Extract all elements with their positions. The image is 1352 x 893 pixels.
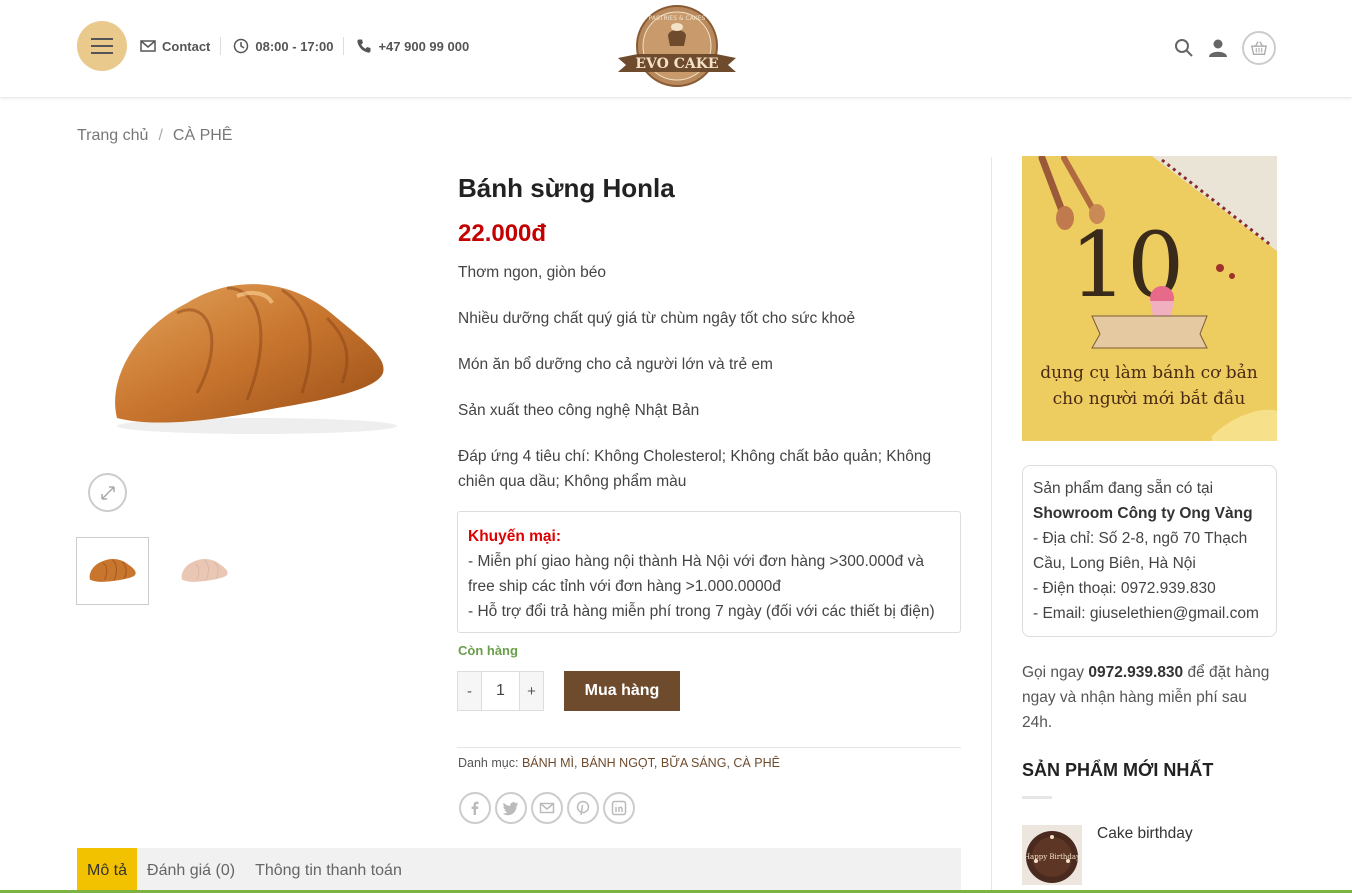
categories-label: Danh mục: (458, 756, 519, 770)
quantity-stepper: - + (457, 671, 544, 711)
hamburger-icon (91, 38, 113, 54)
promotion-title: Khuyến mại: (468, 528, 562, 545)
promotion-box: Khuyến mại: - Miễn phí giao hàng nội thà… (457, 511, 961, 633)
product-categories: Danh mục: BÁNH MÌ, BÁNH NGỌT, BỮA SÁNG, … (458, 756, 780, 770)
search-icon[interactable] (1174, 38, 1194, 58)
breadcrumb-home[interactable]: Trang chủ (77, 127, 148, 145)
tab-description[interactable]: Mô tả (77, 848, 138, 893)
share-twitter-button[interactable] (495, 792, 527, 824)
showroom-email: - Email: giuselethien@gmail.com (1033, 605, 1259, 622)
cart-button[interactable] (1242, 31, 1276, 65)
header-actions (1174, 31, 1276, 65)
logo-text: EVO CAKE (635, 56, 718, 72)
newest-product-image[interactable]: Happy Birthday (1022, 825, 1082, 885)
phone-icon (357, 39, 371, 53)
site-header: Contact 08:00 - 17:00 +47 900 99 000 EVO… (0, 0, 1352, 97)
description-line: Món ăn bổ dưỡng cho cả người lớn và trẻ … (458, 356, 773, 373)
tab-reviews[interactable]: Đánh giá (0) (137, 848, 245, 893)
pinterest-icon (576, 800, 590, 816)
envelope-icon (539, 802, 555, 814)
hours-text: 08:00 - 17:00 (255, 38, 334, 54)
linkedin-icon (611, 800, 627, 816)
showroom-name: Showroom Công ty Ong Vàng (1033, 505, 1253, 522)
category-link[interactable]: BỮA SÁNG (661, 756, 727, 770)
share-facebook-button[interactable] (459, 792, 491, 824)
banner-line1: dụng cụ làm bánh cơ bản (1040, 363, 1258, 383)
product-thumbnail-1[interactable] (76, 537, 149, 605)
newest-product-name[interactable]: Cake birthday (1097, 825, 1193, 843)
menu-button[interactable] (77, 21, 127, 71)
call-prefix: Gọi ngay (1022, 664, 1085, 681)
call-number: 0972.939.830 (1088, 664, 1184, 681)
header-contact-bar: Contact 08:00 - 17:00 +47 900 99 000 (140, 37, 491, 55)
product-description: Thơm ngon, giòn béo Nhiều dưỡng chất quý… (458, 260, 961, 494)
quantity-minus-button[interactable]: - (458, 672, 481, 710)
showroom-info-box: Sản phẩm đang sẵn có tại Showroom Công t… (1022, 465, 1277, 637)
phone-link[interactable]: +47 900 99 000 (356, 37, 479, 55)
buy-button[interactable]: Mua hàng (564, 671, 680, 711)
contact-label: Contact (162, 38, 211, 54)
category-link[interactable]: CÀ PHÊ (733, 756, 780, 770)
evo-cake-logo[interactable]: EVO CAKE PASTRIES & CAKES (616, 2, 738, 90)
envelope-icon (140, 40, 156, 52)
product-main-image[interactable] (77, 178, 422, 448)
product-info: Bánh sừng Honla 22.000đ Thơm ngon, giòn … (458, 170, 961, 494)
cake-caption: Happy Birthday (1024, 853, 1080, 861)
breadcrumb: Trang chủ / CÀ PHÊ (77, 127, 232, 145)
breadcrumb-current[interactable]: CÀ PHÊ (173, 127, 233, 145)
twitter-icon (503, 802, 518, 816)
share-linkedin-button[interactable] (603, 792, 635, 824)
description-line: Nhiều dưỡng chất quý giá từ chùm ngây tố… (458, 310, 856, 327)
banner-line2: cho người mới bắt đầu (1053, 389, 1246, 409)
sidebar-divider (991, 157, 992, 893)
product-title: Bánh sừng Honla (458, 173, 675, 203)
opening-hours: 08:00 - 17:00 (233, 37, 345, 55)
share-pinterest-button[interactable] (567, 792, 599, 824)
user-icon[interactable] (1208, 38, 1228, 58)
share-buttons (459, 792, 635, 824)
promotion-line: - Hỗ trợ đổi trả hàng miễn phí trong 7 n… (468, 603, 935, 620)
croissant-thumbnail-image (89, 558, 136, 582)
clock-icon (234, 38, 249, 54)
product-tabs: Mô tả Đánh giá (0) Thông tin thanh toán (77, 848, 961, 893)
tab-payment-info[interactable]: Thông tin thanh toán (245, 848, 412, 893)
sidebar-banner[interactable]: 10 dụng cụ làm bánh cơ bản cho người mới… (1022, 156, 1277, 441)
quantity-input[interactable] (481, 672, 520, 710)
croissant-thumbnail-image (181, 558, 228, 582)
expand-icon (100, 485, 115, 500)
product-thumbnail-2[interactable] (168, 537, 241, 605)
logo-arc-text: PASTRIES & CAKES (649, 15, 706, 22)
promotion-line: - Miễn phí giao hàng nội thành Hà Nội vớ… (468, 553, 924, 595)
description-line: Thơm ngon, giòn béo (458, 264, 607, 281)
newest-products-heading: SẢN PHẨM MỚI NHẤT (1022, 760, 1214, 780)
facebook-icon (471, 801, 479, 815)
divider (457, 747, 961, 748)
category-link[interactable]: BÁNH MÌ (522, 756, 574, 770)
showroom-address: - Địa chỉ: Số 2-8, ngõ 70 Thạch Cầu, Lon… (1033, 530, 1248, 572)
call-now-text: Gọi ngay 0972.939.830 để đặt hàng ngay v… (1022, 660, 1277, 735)
basket-icon (1250, 41, 1268, 55)
breadcrumb-separator: / (158, 127, 163, 144)
phone-text: +47 900 99 000 (378, 38, 470, 54)
description-line: Đáp ứng 4 tiêu chí: Không Cholesterol; K… (458, 448, 932, 490)
zoom-button[interactable] (88, 473, 127, 512)
heading-underline (1022, 796, 1052, 799)
showroom-intro: Sản phẩm đang sẵn có tại (1033, 480, 1214, 497)
contact-link[interactable]: Contact (140, 37, 222, 55)
quantity-plus-button[interactable]: + (520, 672, 543, 710)
share-email-button[interactable] (531, 792, 563, 824)
category-link[interactable]: BÁNH NGỌT (581, 756, 654, 770)
description-line: Sản xuất theo công nghệ Nhật Bản (458, 402, 700, 419)
product-price: 22.000đ (458, 220, 547, 247)
showroom-phone: - Điện thoại: 0972.939.830 (1033, 580, 1216, 597)
stock-status: Còn hàng (458, 643, 518, 658)
